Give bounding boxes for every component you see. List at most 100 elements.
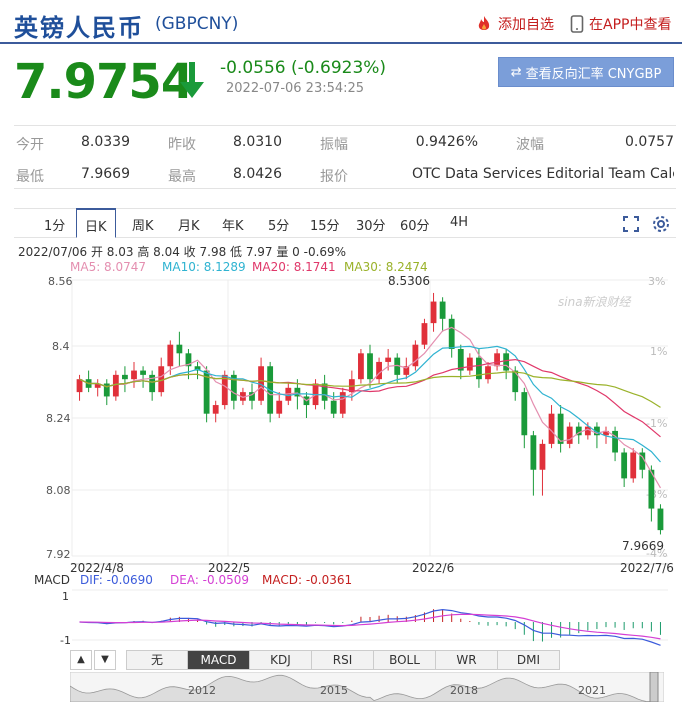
reverse-rate-button[interactable]: ⇄ 查看反向汇率 CNYGBP — [498, 57, 674, 87]
indicator-none[interactable]: 无 — [126, 650, 188, 670]
tab-15min[interactable]: 15分 — [310, 215, 340, 234]
indicator-boll[interactable]: BOLL — [374, 650, 436, 670]
y-tick: 8.08 — [46, 484, 71, 497]
tab-60min[interactable]: 60分 — [400, 215, 430, 234]
stat-label: 报价 — [320, 169, 348, 185]
indicator-tabs: 无 MACD KDJ RSI BOLL WR DMI — [126, 650, 560, 670]
stat-value: 0.9426% — [415, 134, 478, 150]
stat-label: 振幅 — [320, 137, 348, 153]
candle-body — [76, 379, 83, 393]
navigator-year: 2018 — [450, 684, 478, 697]
candle-body — [140, 370, 146, 375]
scroll-down-button[interactable]: ▼ — [94, 650, 116, 670]
candle-body — [657, 508, 664, 531]
indicator-dmi[interactable]: DMI — [498, 650, 560, 670]
stat-label: 最低 — [16, 169, 44, 185]
macd-y-tick: 1 — [62, 590, 69, 603]
reverse-rate-label: 查看反向汇率 CNYGBP — [525, 66, 662, 82]
candle-body — [485, 366, 491, 380]
candle-body — [212, 405, 219, 414]
stats-table: 今开 8.0339 昨收 8.0310 振幅 0.9426% 波幅 0.0757… — [14, 125, 676, 189]
candle-body — [566, 426, 573, 444]
add-watchlist-button[interactable]: 添加自选 — [475, 14, 554, 34]
chart-period-tabs: 1分 日K 周K 月K 年K 5分 15分 30分 60分 4H — [14, 208, 676, 238]
pct-tick: 1% — [650, 345, 667, 358]
x-tick: 2022/7/6 — [620, 561, 674, 575]
kline-chart[interactable]: 2022/07/06 开 8.03 高 8.04 收 7.98 低 7.97 量… — [0, 240, 682, 650]
view-in-app-button[interactable]: 在APP中查看 — [570, 14, 671, 34]
navigator-year: 2012 — [188, 684, 216, 697]
candle-body — [448, 318, 455, 349]
swap-icon: ⇄ — [510, 64, 522, 80]
candle-body — [612, 430, 618, 453]
tab-monthly-k[interactable]: 月K — [178, 215, 200, 234]
scroll-up-button[interactable]: ▲ — [70, 650, 92, 670]
add-watchlist-label: 添加自选 — [498, 17, 554, 33]
tab-yearly-k[interactable]: 年K — [222, 215, 244, 234]
navigator-handle[interactable] — [649, 672, 659, 702]
settings-icon[interactable] — [652, 215, 670, 233]
candles — [76, 292, 664, 535]
candle-body — [358, 353, 364, 380]
fullscreen-icon[interactable] — [622, 215, 640, 233]
candle-body — [122, 374, 128, 380]
candle-body — [421, 323, 428, 345]
candle-body — [494, 353, 500, 367]
indicator-rsi[interactable]: RSI — [312, 650, 374, 670]
stat-value: 8.0426 — [233, 166, 282, 182]
ma30-label: MA30: 8.2474 — [344, 260, 428, 274]
navigator-year: 2015 — [320, 684, 348, 697]
ohlc-summary: 2022/07/06 开 8.03 高 8.04 收 7.98 低 7.97 量… — [18, 244, 346, 259]
macd-title: MACD — [34, 573, 70, 587]
stat-label: 波幅 — [516, 137, 544, 153]
tab-daily-k[interactable]: 日K — [76, 208, 116, 238]
stats-row: 今开 8.0339 昨收 8.0310 振幅 0.9426% 波幅 0.0757 — [14, 126, 676, 158]
stat-value: 0.0757 — [625, 134, 674, 150]
indicator-wr[interactable]: WR — [436, 650, 498, 670]
quote-timestamp: 2022-07-06 23:54:25 — [226, 81, 365, 96]
candle-body — [512, 370, 519, 393]
header: 英镑人民币 (GBPCNY) 添加自选 在APP中查看 — [0, 0, 682, 44]
candle-body — [176, 344, 183, 354]
watermark: sina新浪财经 — [558, 295, 633, 309]
stat-value: 8.0310 — [233, 134, 282, 150]
down-arrow-icon — [180, 62, 204, 98]
y-tick: 8.24 — [46, 412, 71, 425]
currency-code: (GBPCNY) — [155, 14, 239, 34]
stats-row: 最低 7.9669 最高 8.0426 报价 OTC Data Services… — [14, 158, 676, 190]
candle-body — [276, 400, 283, 414]
candle-body — [112, 374, 119, 397]
candle-body — [621, 452, 628, 479]
candle-body — [521, 392, 528, 436]
tab-5min[interactable]: 5分 — [268, 215, 289, 234]
chart-grid — [71, 279, 668, 565]
stat-label: 昨收 — [168, 137, 196, 153]
tab-1min[interactable]: 1分 — [44, 215, 65, 234]
candle-body — [376, 361, 382, 380]
candle-body — [476, 357, 482, 380]
y-tick: 7.92 — [46, 548, 71, 561]
candle-body — [503, 353, 510, 371]
fire-icon — [478, 16, 490, 30]
tab-weekly-k[interactable]: 周K — [132, 215, 154, 234]
phone-icon — [570, 15, 584, 33]
navigator-year: 2021 — [578, 684, 606, 697]
y-tick: 8.56 — [48, 275, 73, 288]
page-title: 英镑人民币 — [14, 14, 144, 42]
time-navigator[interactable]: 2012 2015 2018 2021 — [70, 672, 664, 702]
stat-value: OTC Data Services Editorial Team Calc... — [412, 166, 674, 182]
candle-body — [530, 435, 537, 470]
indicator-kdj[interactable]: KDJ — [250, 650, 312, 670]
stat-label: 今开 — [16, 137, 44, 153]
candle-body — [539, 443, 546, 470]
macd-value: MACD: -0.0361 — [262, 573, 352, 587]
ma20-label: MA20: 8.1741 — [252, 260, 336, 274]
tab-4h[interactable]: 4H — [450, 215, 468, 230]
candle-body — [330, 400, 337, 414]
indicator-macd[interactable]: MACD — [188, 650, 250, 670]
macd-y-tick: -1 — [60, 634, 71, 647]
candle-body — [167, 344, 174, 367]
tab-30min[interactable]: 30分 — [356, 215, 386, 234]
ma5-label: MA5: 8.0747 — [70, 260, 146, 274]
macd-dif: DIF: -0.0690 — [80, 573, 153, 587]
